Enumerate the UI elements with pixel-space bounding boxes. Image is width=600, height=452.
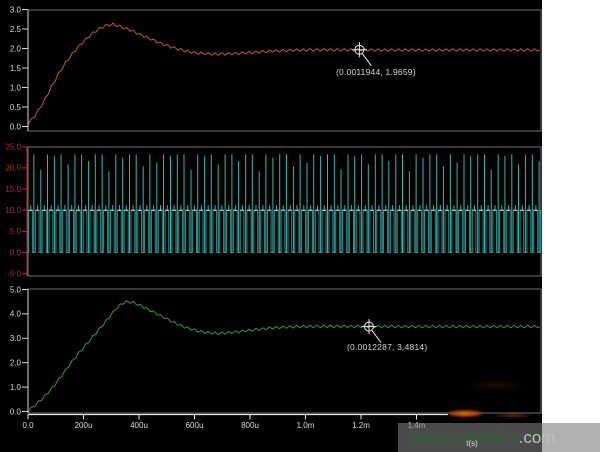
trace-bottom — [28, 301, 540, 412]
cursor-readout-top: (0.0011944, 1.9659) — [336, 67, 416, 77]
y-tick-label: 3.0 — [10, 334, 22, 343]
watermark: www.cntronics.com — [398, 423, 600, 452]
y-tick-label: 15.0 — [5, 185, 21, 194]
y-tick-label: 4.0 — [10, 310, 22, 319]
trace-top — [28, 23, 540, 125]
y-tick-label: 5.0 — [10, 285, 22, 294]
y-tick-label: 20.0 — [5, 164, 21, 173]
plot-middle: 25.0 20.0 15.0 10.0 5.0 0.0 -5.0 — [5, 143, 544, 279]
plot-top: 3.0 2.5 2.0 1.5 1.0 0.5 0.0 — [10, 5, 541, 131]
x-axis: 0.0200u400u600u800u1.0m1.2m1.4m — [22, 415, 448, 431]
y-axis-top: 3.0 2.5 2.0 1.5 1.0 0.5 0.0 — [10, 5, 28, 131]
plot-bottom: 5.0 4.0 3.0 2.0 1.0 0.0 — [10, 285, 541, 416]
y-tick-label: 10.0 — [5, 206, 21, 215]
simview-window: 3.0 2.5 2.0 1.5 1.0 0.5 0.0 25.0 20.0 15.0 10.0 5.0… — [0, 0, 600, 452]
y-axis-middle: 25.0 20.0 15.0 10.0 5.0 0.0 -5.0 — [5, 143, 27, 279]
orange-artifact — [492, 413, 534, 418]
y-tick-label: 0.0 — [10, 407, 22, 416]
x-tick-label: 400u — [130, 421, 148, 430]
cursor-pointer-line — [362, 54, 371, 66]
watermark-text-suffix: .com — [519, 428, 556, 447]
trace-group-bottom — [28, 301, 540, 412]
y-tick-label: 0.5 — [10, 103, 22, 112]
trace-group-top — [28, 23, 540, 125]
trace-group-middle — [27, 154, 544, 252]
y-tick-label: 0.0 — [10, 248, 22, 257]
y-tick-label: 2.5 — [10, 25, 22, 34]
x-tick-label: 1.0m — [297, 421, 315, 430]
y-tick-label: -5.0 — [7, 270, 21, 279]
y-tick-label: 1.0 — [10, 83, 22, 92]
y-tick-label: 5.0 — [10, 227, 22, 236]
cursor-readout-bottom: (0.0012287, 3.4814) — [347, 342, 427, 352]
y-tick-label: 2.0 — [10, 359, 22, 368]
y-tick-label: 1.5 — [10, 64, 22, 73]
y-tick-label: 0.0 — [10, 122, 22, 131]
cursor-marker-top[interactable] — [352, 42, 372, 66]
x-axis-title: t(s) — [466, 439, 478, 448]
y-tick-label: 1.0 — [10, 383, 22, 392]
plot-frame — [28, 10, 541, 131]
watermark-text-main: www.cntronics — [410, 428, 519, 447]
y-axis-bottom: 5.0 4.0 3.0 2.0 1.0 0.0 — [10, 285, 28, 416]
x-tick-label: 0.0 — [22, 421, 34, 430]
x-tick-label: 1.2m — [352, 421, 370, 430]
y-tick-label: 3.0 — [10, 5, 22, 14]
orange-artifact — [447, 410, 483, 417]
plot-frame — [28, 289, 541, 413]
y-tick-label: 25.0 — [5, 143, 21, 152]
cursor-pointer-line — [372, 331, 381, 343]
x-tick-label: 200u — [75, 421, 93, 430]
x-tick-label: 800u — [241, 421, 259, 430]
x-tick-label: 600u — [186, 421, 204, 430]
red-artifact — [463, 381, 529, 390]
cursor-marker-bottom[interactable] — [362, 319, 382, 343]
y-tick-label: 2.0 — [10, 44, 22, 53]
